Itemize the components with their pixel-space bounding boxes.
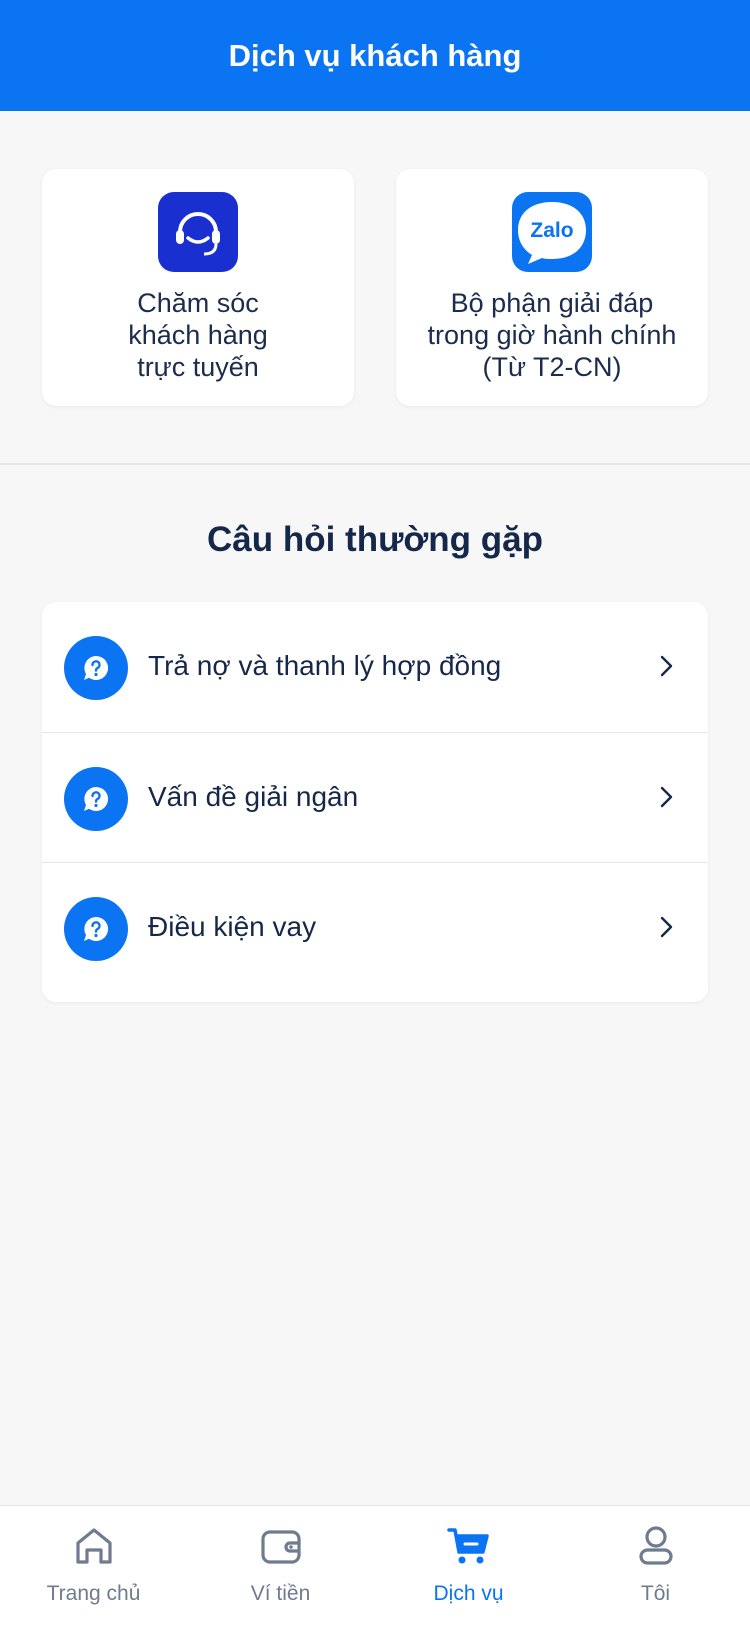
tab-me[interactable]: Tôi [562,1506,749,1625]
faq-item-label: Điều kiện vay [148,911,317,942]
question-chat-icon [64,767,128,831]
question-chat-icon [64,897,128,961]
tab-services[interactable]: Dịch vụ [375,1506,562,1625]
headset-icon [158,192,238,272]
page-title: Dịch vụ khách hàng [228,37,522,73]
cart-icon [447,1528,489,1564]
bottom-tab-bar: Trang chủ Ví tiền Dịch vụ Tôi [0,1505,750,1625]
tab-label: Ví tiền [250,1582,311,1605]
faq-list: Trả nợ và thanh lý hợp đồng Vấn đề giải … [42,602,708,1002]
chevron-right-icon [660,916,673,938]
online-support-label: Chăm sóc khách hàng trực tuyến [128,288,268,382]
chevron-right-icon [660,786,673,808]
user-icon [639,1526,673,1565]
online-support-card[interactable]: Chăm sóc khách hàng trực tuyến [42,169,354,406]
tab-home[interactable]: Trang chủ [0,1506,187,1625]
app-header: Dịch vụ khách hàng [0,0,750,111]
home-icon [76,1528,112,1564]
faq-title: Câu hỏi thường gặp [206,520,544,559]
section-divider [0,463,750,465]
tab-label: Dịch vụ [433,1582,504,1605]
chevron-right-icon [660,655,673,677]
question-chat-icon [64,636,128,700]
contact-options: Chăm sóc khách hàng trực tuyến Zalo Bộ p… [0,169,750,406]
tab-wallet[interactable]: Ví tiền [187,1506,374,1625]
faq-item-label: Trả nợ và thanh lý hợp đồng [148,650,502,681]
zalo-support-label: Bộ phận giải đáp trong giờ hành chính (T… [427,288,677,382]
wallet-icon [261,1530,301,1564]
svg-text:Zalo: Zalo [530,219,573,242]
tab-label: Tôi [640,1582,671,1605]
zalo-support-card[interactable]: Zalo Bộ phận giải đáp trong giờ hành chí… [396,169,708,406]
tab-label: Trang chủ [46,1582,141,1605]
zalo-icon: Zalo [512,192,592,272]
faq-item-loan-conditions[interactable]: Điều kiện vay [42,862,708,993]
faq-item-repayment[interactable]: Trả nợ và thanh lý hợp đồng [42,602,708,732]
faq-item-disbursement[interactable]: Vấn đề giải ngân [42,732,708,863]
faq-item-label: Vấn đề giải ngân [148,781,359,812]
